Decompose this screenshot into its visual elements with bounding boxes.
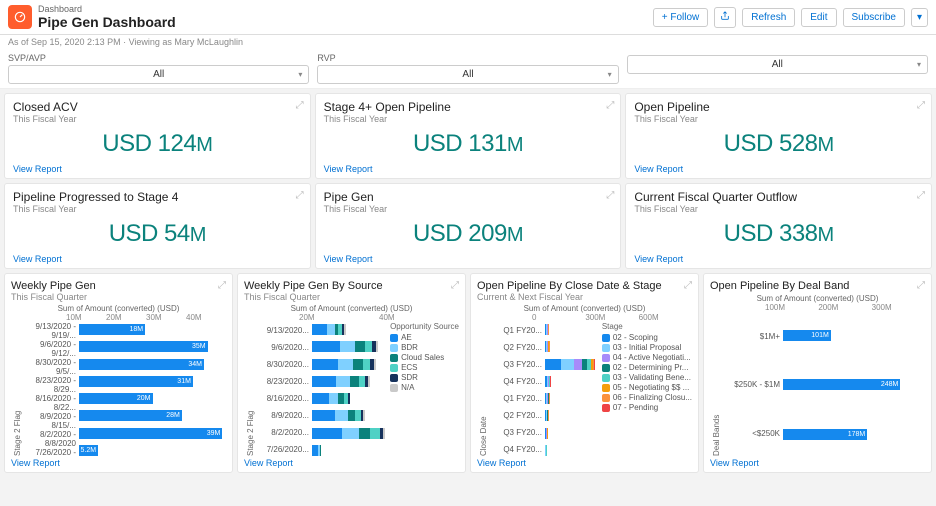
axis-title: Sum of Amount (converted) (USD) (710, 294, 925, 303)
chart-card: ⤢ Open Pipeline By Deal Band Sum of Amou… (703, 273, 932, 473)
view-report-link[interactable]: View Report (634, 254, 923, 264)
axis-title: Sum of Amount (converted) (USD) (11, 304, 226, 313)
expand-icon[interactable]: ⤢ (917, 280, 925, 291)
share-icon (720, 11, 730, 21)
expand-icon[interactable]: ⤢ (296, 100, 304, 111)
card-title: Closed ACV (13, 100, 302, 114)
edit-button[interactable]: Edit (801, 8, 836, 27)
page-title: Pipe Gen Dashboard (38, 14, 647, 30)
view-report-link[interactable]: View Report (324, 164, 613, 174)
filter-3[interactable]: All (627, 55, 928, 74)
chart-title: Weekly Pipe Gen (11, 280, 226, 292)
kpi-value: USD 124M (13, 126, 302, 164)
chart-subtitle: This Fiscal Quarter (11, 292, 226, 302)
subscribe-button[interactable]: Subscribe (843, 8, 905, 27)
chart-title: Open Pipeline By Close Date & Stage (477, 280, 692, 292)
y-category-labels: 9/13/2020 - 9/19/...9/6/2020 - 9/12/...8… (24, 322, 79, 458)
expand-icon[interactable]: ⤢ (917, 190, 925, 201)
chart-card: ⤢ Weekly Pipe Gen By Source This Fiscal … (237, 273, 466, 473)
viewing-as-note: As of Sep 15, 2020 2:13 PM · Viewing as … (0, 35, 936, 49)
card-subtitle: This Fiscal Year (634, 114, 923, 124)
kpi-value: USD 209M (324, 216, 613, 254)
y-category-labels: $1M+$250K - $1M<$250K (723, 312, 783, 458)
card-subtitle: This Fiscal Year (13, 114, 302, 124)
y-axis-label: Stage 2 Flag (11, 322, 24, 458)
chevron-down-icon: ▾ (917, 12, 922, 23)
filter-label: SVP/AVP (8, 53, 309, 63)
chart-bars (312, 322, 387, 458)
view-report-link[interactable]: View Report (244, 458, 459, 468)
metric-grid: ⤢ Closed ACV This Fiscal Year USD 124M V… (0, 89, 936, 273)
card-title: Open Pipeline (634, 100, 923, 114)
filter-bar: SVP/AVP All RVP All All (0, 49, 936, 89)
chart-card: ⤢ Open Pipeline By Close Date & Stage Cu… (470, 273, 699, 473)
axis-title: Sum of Amount (converted) (USD) (244, 304, 459, 313)
page-header: Dashboard Pipe Gen Dashboard + Follow Re… (0, 0, 936, 35)
chart-card: ⤢ Weekly Pipe Gen This Fiscal Quarter Su… (4, 273, 233, 473)
share-button[interactable] (714, 7, 736, 28)
card-subtitle: This Fiscal Year (324, 204, 613, 214)
follow-button[interactable]: + Follow (653, 8, 709, 27)
expand-icon[interactable]: ⤢ (218, 280, 226, 291)
chart-title: Weekly Pipe Gen By Source (244, 280, 459, 292)
card-title: Pipeline Progressed to Stage 4 (13, 190, 302, 204)
kpi-value: USD 528M (634, 126, 923, 164)
chart-bars (545, 322, 599, 458)
view-report-link[interactable]: View Report (11, 458, 226, 468)
card-subtitle: This Fiscal Year (324, 114, 613, 124)
card-subtitle: This Fiscal Year (634, 204, 923, 214)
dashboard-app-icon (8, 5, 32, 29)
metric-card: ⤢ Closed ACV This Fiscal Year USD 124M V… (4, 93, 311, 179)
chart-subtitle: This Fiscal Quarter (244, 292, 459, 302)
kpi-value: USD 54M (13, 216, 302, 254)
metric-card: ⤢ Current Fiscal Quarter Outflow This Fi… (625, 183, 932, 269)
y-category-labels: Q1 FY20...Q2 FY20...Q3 FY20...Q4 FY20...… (490, 322, 545, 458)
filter-label: RVP (317, 53, 618, 63)
chart-legend: Stage 02 - Scoping03 - Initial Proposal0… (599, 322, 692, 458)
expand-icon[interactable]: ⤢ (296, 190, 304, 201)
y-axis-label: Deal Bands (710, 312, 723, 458)
y-axis-label: Close Date (477, 322, 490, 458)
card-title: Pipe Gen (324, 190, 613, 204)
refresh-button[interactable]: Refresh (742, 8, 795, 27)
metric-card: ⤢ Stage 4+ Open Pipeline This Fiscal Yea… (315, 93, 622, 179)
axis-title: Sum of Amount (converted) (USD) (477, 304, 692, 313)
more-menu-button[interactable]: ▾ (911, 8, 928, 27)
y-axis-label: Stage 2 Flag (244, 322, 257, 458)
view-report-link[interactable]: View Report (13, 254, 302, 264)
chart-title: Open Pipeline By Deal Band (710, 280, 925, 292)
card-title: Stage 4+ Open Pipeline (324, 100, 613, 114)
expand-icon[interactable]: ⤢ (606, 100, 614, 111)
metric-card: ⤢ Open Pipeline This Fiscal Year USD 528… (625, 93, 932, 179)
card-title: Current Fiscal Quarter Outflow (634, 190, 923, 204)
chart-subtitle: Current & Next Fiscal Year (477, 292, 692, 302)
metric-card: ⤢ Pipe Gen This Fiscal Year USD 209M Vie… (315, 183, 622, 269)
chart-bars: 18M35M34M31M20M28M39M5.2M (79, 322, 226, 458)
breadcrumb: Dashboard (38, 4, 647, 14)
filter-rvp[interactable]: All (317, 65, 618, 84)
view-report-link[interactable]: View Report (634, 164, 923, 174)
chart-legend: Opportunity Source AEBDRCloud SalesECSSD… (387, 322, 459, 458)
view-report-link[interactable]: View Report (477, 458, 692, 468)
metric-card: ⤢ Pipeline Progressed to Stage 4 This Fi… (4, 183, 311, 269)
chart-row: ⤢ Weekly Pipe Gen This Fiscal Quarter Su… (0, 273, 936, 477)
expand-icon[interactable]: ⤢ (684, 280, 692, 291)
expand-icon[interactable]: ⤢ (606, 190, 614, 201)
chart-bars: 101M248M178M (783, 312, 925, 458)
kpi-value: USD 338M (634, 216, 923, 254)
filter-svp-avp[interactable]: All (8, 65, 309, 84)
kpi-value: USD 131M (324, 126, 613, 164)
view-report-link[interactable]: View Report (13, 164, 302, 174)
view-report-link[interactable]: View Report (324, 254, 613, 264)
y-category-labels: 9/13/2020...9/6/2020...8/30/2020...8/23/… (257, 322, 312, 458)
card-subtitle: This Fiscal Year (13, 204, 302, 214)
expand-icon[interactable]: ⤢ (451, 280, 459, 291)
expand-icon[interactable]: ⤢ (917, 100, 925, 111)
view-report-link[interactable]: View Report (710, 458, 925, 468)
